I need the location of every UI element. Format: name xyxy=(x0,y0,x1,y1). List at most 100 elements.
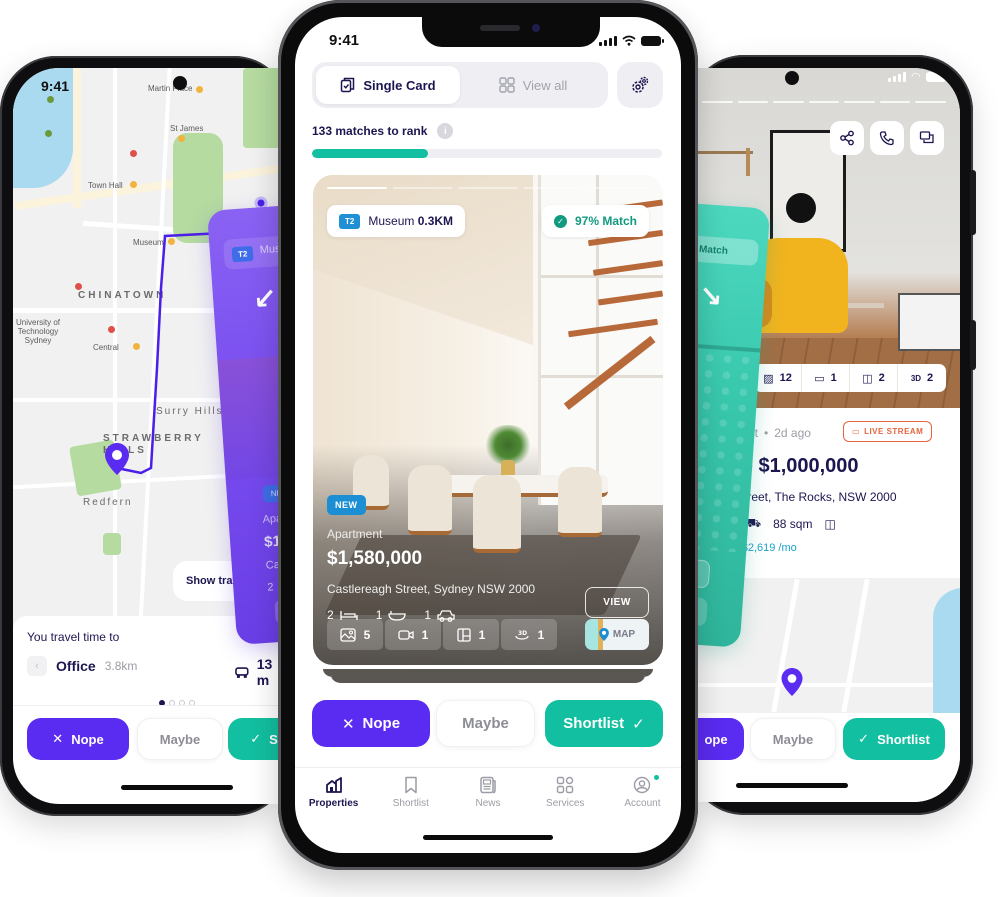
media-count: 2 xyxy=(878,372,885,384)
card-stack-layer xyxy=(331,675,645,685)
media-chip-3d[interactable]: 3D 2 xyxy=(898,364,946,392)
chat-icon xyxy=(919,131,934,144)
check-icon: ✓ xyxy=(250,731,262,746)
nope-label: Nope xyxy=(362,715,401,732)
close-icon: ✕ xyxy=(341,715,355,733)
settings-button[interactable] xyxy=(617,62,663,108)
map-button[interactable]: MAP xyxy=(585,619,649,650)
media-counts: 5 1 1 3D 1 xyxy=(327,619,557,650)
status-icons: ◠ xyxy=(888,71,949,83)
photo-icon: ▨ xyxy=(763,372,774,385)
signal-icon xyxy=(888,72,906,82)
media-chip-floorplans[interactable]: 1 xyxy=(443,619,499,650)
tab-label: News xyxy=(475,798,501,809)
single-card-label: Single Card xyxy=(363,77,436,93)
listing-features: ⛟ 88 sqm ◫ xyxy=(746,516,836,532)
account-icon xyxy=(634,776,651,794)
signal-icon xyxy=(599,36,617,46)
battery-icon xyxy=(925,72,949,82)
view-mode-toggle: Single Card View all xyxy=(312,62,608,108)
check-circle-icon: ✓ xyxy=(553,214,567,228)
video-icon xyxy=(398,629,414,640)
media-chip-photos[interactable]: 5 xyxy=(327,619,383,650)
news-icon xyxy=(480,776,496,794)
destination-name: Office xyxy=(56,658,96,674)
close-icon: ✕ xyxy=(52,731,64,746)
grid-icon xyxy=(557,776,574,794)
check-icon: ✓ xyxy=(858,731,870,746)
media-chip-videos[interactable]: ▭ 1 xyxy=(802,364,850,392)
center-phone-screen: 9:41 Single Card View all 133 matches to… xyxy=(295,17,681,853)
tab-shortlist[interactable]: Shortlist xyxy=(372,768,449,822)
location-pin-icon xyxy=(105,443,129,475)
call-button[interactable] xyxy=(870,121,904,155)
status-time: 9:41 xyxy=(41,78,70,94)
photo-ceiling xyxy=(313,175,533,345)
location-pin-icon xyxy=(781,668,803,696)
tab-label: Account xyxy=(624,798,661,809)
side-button xyxy=(970,170,976,235)
media-chip-3d[interactable]: 3D 1 xyxy=(501,619,557,650)
decor xyxy=(698,151,753,154)
media-count: 1 xyxy=(421,627,429,642)
media-count: 1 xyxy=(830,372,837,384)
decor xyxy=(746,148,750,176)
view-all-label: View all xyxy=(522,77,568,93)
view-button[interactable]: VIEW xyxy=(585,587,649,618)
battery-icon xyxy=(641,36,664,46)
media-chip-photos[interactable]: ▨ 12 xyxy=(754,364,802,392)
match-label: 97% Match xyxy=(574,214,637,228)
tab-label: Properties xyxy=(308,798,359,809)
tab-properties[interactable]: Properties xyxy=(295,768,372,822)
svg-text:3D: 3D xyxy=(518,630,527,637)
video-icon: ▭ xyxy=(814,372,825,385)
grid-icon xyxy=(499,77,515,93)
live-stream-badge[interactable]: ▭ LIVE STREAM xyxy=(843,421,933,442)
water xyxy=(933,588,960,713)
maybe-button[interactable]: Maybe xyxy=(750,718,836,760)
share-button[interactable] xyxy=(830,121,864,155)
info-icon[interactable]: i xyxy=(437,123,454,139)
decor xyxy=(848,303,884,308)
maybe-button[interactable]: Maybe xyxy=(137,718,223,760)
view-all-tab[interactable]: View all xyxy=(462,66,604,104)
tab-news[interactable]: News xyxy=(449,768,526,822)
property-card[interactable]: T2 Museum 0.3KM ✓ 97% Match NEW Apartmen… xyxy=(313,175,663,665)
property-address: Castlereagh Street, Sydney NSW 2000 xyxy=(327,582,536,596)
arrow-right-icon: ↘ xyxy=(697,280,724,313)
media-chip-videos[interactable]: 1 xyxy=(385,619,441,650)
single-card-tab[interactable]: Single Card xyxy=(316,66,460,104)
nope-button[interactable]: ✕ Nope xyxy=(27,718,129,760)
wifi-icon xyxy=(622,35,636,46)
home-indicator xyxy=(423,835,553,840)
live-label: LIVE STREAM xyxy=(864,427,924,436)
bookmark-icon xyxy=(405,776,417,794)
side-button xyxy=(970,320,976,370)
listing-address: Street, The Rocks, NSW 2000 xyxy=(736,490,897,504)
chevron-left-icon[interactable]: ‹ xyxy=(27,656,47,676)
matches-count: 133 matches to rank xyxy=(312,124,428,138)
media-chip-floorplans[interactable]: ◫ 2 xyxy=(850,364,898,392)
wifi-icon: ◠ xyxy=(911,71,921,83)
floorplan-icon: ◫ xyxy=(862,372,873,385)
floorplan-icon xyxy=(457,627,471,642)
media-count: 5 xyxy=(363,627,371,642)
station-name: Museum xyxy=(368,214,415,228)
video-icon: ▭ xyxy=(852,427,861,436)
tab-account[interactable]: Account xyxy=(604,768,681,822)
ranking-progress xyxy=(312,149,662,158)
road xyxy=(688,683,960,687)
arrow-left-icon: ↙ xyxy=(252,282,278,315)
photo-progress xyxy=(327,187,649,189)
tab-label: Services xyxy=(546,798,585,809)
nope-button[interactable]: ✕ Nope xyxy=(312,700,430,747)
media-count: 2 xyxy=(927,372,934,384)
divider xyxy=(13,705,288,706)
transit-badge: T2 xyxy=(231,245,254,263)
shortlist-button[interactable]: Shortlist ✓ xyxy=(545,700,663,747)
tab-services[interactable]: Services xyxy=(527,768,604,822)
chat-button[interactable] xyxy=(910,121,944,155)
travel-destination: ‹ Office 3.8km xyxy=(27,656,137,676)
maybe-button[interactable]: Maybe xyxy=(436,700,535,747)
shortlist-button[interactable]: ✓ Shortlist xyxy=(843,718,945,760)
